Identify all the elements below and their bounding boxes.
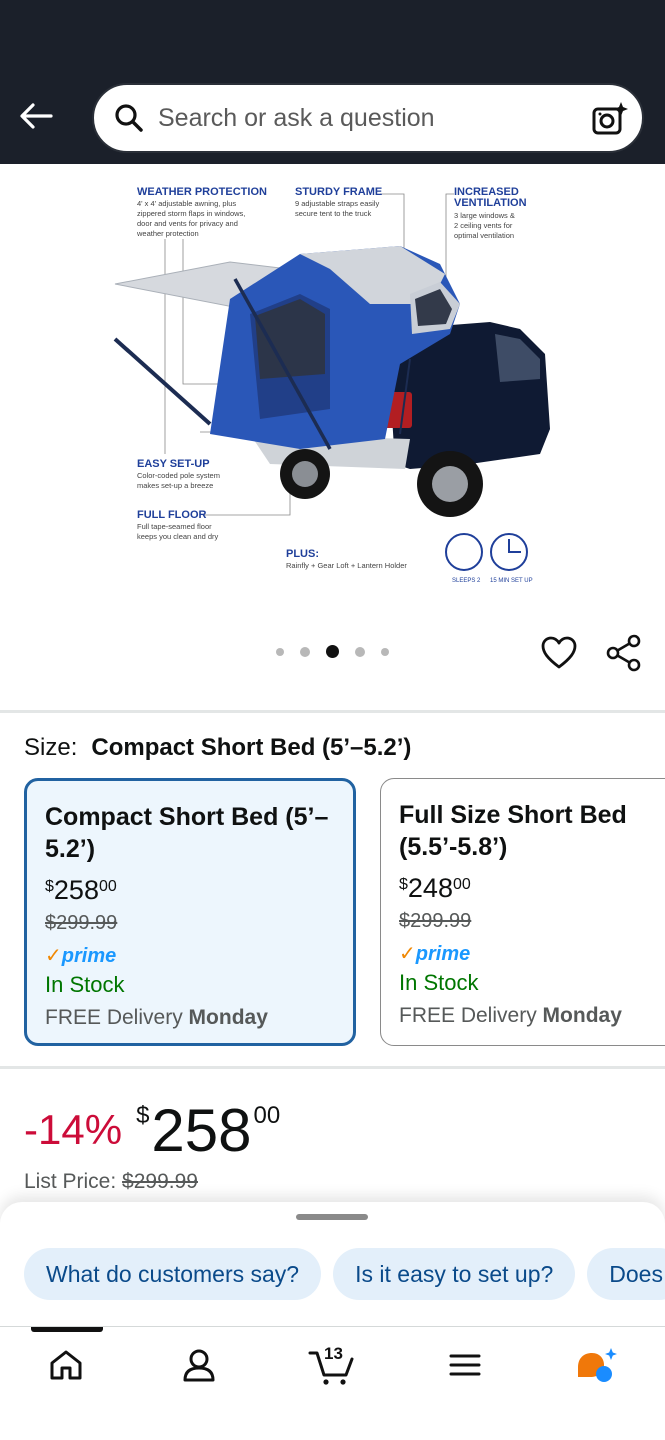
svg-text:door and vents for privacy and: door and vents for privacy and	[137, 219, 238, 228]
delivery-info: FREE Delivery Monday	[45, 1006, 268, 1029]
delivery-info: FREE Delivery Monday	[399, 1004, 622, 1027]
svg-text:Full tape-seamed floor: Full tape-seamed floor	[137, 522, 212, 531]
size-option-compact[interactable]: Compact Short Bed (5’–5.2’) $258 00 $299.…	[24, 778, 356, 1046]
rufus-suggestions-sheet[interactable]: What do customers say? Is it easy to set…	[0, 1202, 665, 1326]
lens-camera-button[interactable]	[590, 99, 630, 139]
suggestion-chip[interactable]: Is it easy to set up?	[333, 1248, 576, 1300]
carousel-dot[interactable]	[276, 647, 284, 656]
size-selected-value: Compact Short Bed (5’–5.2’)	[91, 734, 412, 761]
suggestion-chips: What do customers say? Is it easy to set…	[24, 1248, 665, 1300]
callout-setup-title: EASY SET-UP	[137, 458, 210, 470]
product-image-carousel[interactable]: WEATHER PROTECTION STURDY FRAME INCREASE…	[0, 164, 665, 704]
svg-text:zippered storm flaps in window: zippered storm flaps in windows,	[137, 209, 245, 218]
svg-text:4' x 4' adjustable awning, plu: 4' x 4' adjustable awning, plus	[137, 199, 236, 208]
divider	[0, 1066, 665, 1069]
size-option-price: $248 00	[399, 873, 471, 903]
share-button[interactable]	[603, 632, 645, 674]
carousel-dot-active[interactable]	[326, 645, 339, 658]
callout-floor-title: FULL FLOOR	[137, 509, 207, 521]
heart-icon	[541, 636, 577, 669]
callout-plus-text: Rainfly + Gear Loft + Lantern Holder	[286, 561, 407, 570]
current-price: $258 00	[136, 1097, 281, 1164]
search-bar[interactable]	[92, 83, 644, 153]
nav-active-indicator	[31, 1327, 103, 1332]
share-icon	[606, 634, 641, 672]
callout-weather-title: WEATHER PROTECTION	[137, 186, 267, 198]
svg-text:secure tent to the truck: secure tent to the truck	[295, 209, 372, 218]
badge-sleeps: SLEEPS 2	[452, 578, 481, 584]
account-icon	[183, 1349, 215, 1382]
svg-text:weather protection: weather protection	[136, 229, 199, 238]
suggestion-chip[interactable]: What do customers say?	[24, 1248, 322, 1300]
size-option-price: $258 00	[45, 875, 117, 905]
app-header	[0, 0, 665, 164]
svg-text:VENTILATION: VENTILATION	[454, 197, 527, 209]
size-option-title: Compact Short Bed (5’–5.2’)	[45, 803, 329, 863]
svg-text:optimal ventilation: optimal ventilation	[454, 231, 514, 240]
prime-badge: ✓prime	[45, 945, 117, 967]
prime-check-icon: ✓	[399, 943, 416, 965]
size-selection-label: Size: Compact Short Bed (5’–5.2’)	[24, 734, 411, 762]
rufus-icon	[578, 1348, 617, 1382]
prime-badge: ✓prime	[399, 943, 471, 965]
nav-home[interactable]	[33, 1341, 99, 1389]
camera-sparkle-icon	[592, 102, 628, 135]
callout-plus-title: PLUS:	[286, 548, 319, 560]
svg-text:3 large windows &: 3 large windows &	[454, 211, 515, 220]
bottom-nav: 13	[0, 1326, 665, 1440]
back-button[interactable]	[14, 96, 58, 136]
size-option-full[interactable]: Full Size Short Bed (5.5’-5.8’) $248 00 $…	[380, 778, 665, 1046]
divider	[0, 710, 665, 713]
product-image: WEATHER PROTECTION STURDY FRAME INCREASE…	[113, 186, 550, 584]
size-label: Size:	[24, 734, 78, 761]
svg-text:keeps you clean and dry: keeps you clean and dry	[137, 532, 219, 541]
nav-cart[interactable]: 13	[298, 1341, 364, 1389]
nav-account[interactable]	[166, 1341, 232, 1389]
search-icon	[112, 101, 146, 135]
price-block: -14% $258 00	[24, 1096, 280, 1165]
carousel-dots[interactable]	[276, 645, 389, 658]
size-option-list-price: $299.99	[45, 912, 118, 934]
svg-text:9 adjustable straps easily: 9 adjustable straps easily	[295, 199, 379, 208]
menu-icon	[449, 1354, 481, 1376]
stock-status: In Stock	[45, 972, 125, 997]
nav-rufus[interactable]	[564, 1341, 630, 1389]
carousel-dot[interactable]	[381, 647, 389, 656]
cart-count-badge: 13	[324, 1344, 343, 1363]
svg-text:2 ceiling vents for: 2 ceiling vents for	[454, 221, 513, 230]
home-icon	[50, 1350, 82, 1380]
svg-text:makes set-up a breeze: makes set-up a breeze	[137, 481, 213, 490]
discount-percent: -14%	[24, 1106, 123, 1153]
list-price: List Price: $299.99	[24, 1170, 198, 1193]
size-option-list-price: $299.99	[399, 910, 472, 932]
prime-check-icon: ✓	[45, 945, 62, 967]
suggestion-chip[interactable]: Does	[587, 1248, 665, 1300]
sheet-grabber[interactable]	[296, 1214, 368, 1220]
carousel-dot[interactable]	[355, 646, 365, 657]
svg-text:Color-coded pole system: Color-coded pole system	[137, 471, 220, 480]
stock-status: In Stock	[399, 970, 479, 995]
size-option-title: Full Size Short Bed (5.5’-5.8’)	[399, 801, 627, 861]
carousel-dot[interactable]	[300, 646, 310, 657]
wishlist-button[interactable]	[538, 632, 580, 674]
badge-setup: 15 MIN SET UP	[490, 578, 533, 584]
search-input[interactable]	[158, 103, 558, 133]
nav-menu[interactable]	[432, 1341, 498, 1389]
back-arrow-icon	[20, 103, 53, 129]
callout-frame-title: STURDY FRAME	[295, 186, 382, 198]
